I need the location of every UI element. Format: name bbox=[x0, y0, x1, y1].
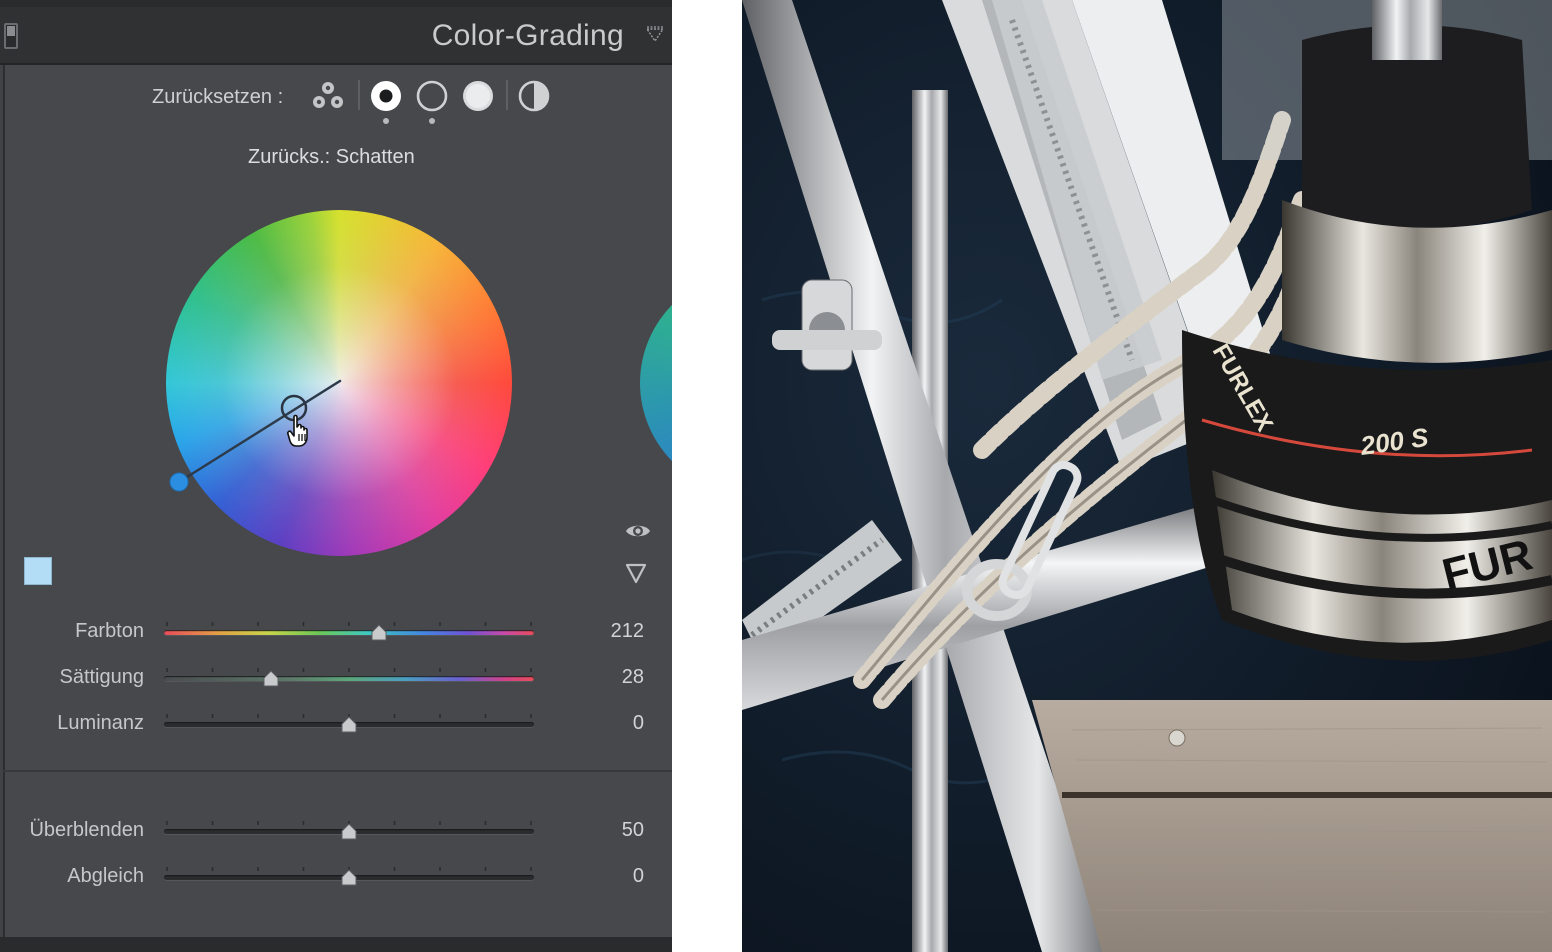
panel-toggle-icon[interactable] bbox=[4, 23, 18, 49]
highlights-circle-icon[interactable] bbox=[460, 78, 496, 114]
midtones-indicator-dot bbox=[429, 118, 435, 124]
slider-thumb-sättigung[interactable] bbox=[261, 670, 281, 688]
slider-thumb-überblenden[interactable] bbox=[339, 823, 359, 841]
three-way-view-icon[interactable] bbox=[308, 78, 348, 114]
slider-value-abgleich[interactable]: 0 bbox=[633, 865, 644, 888]
slider-ticks bbox=[166, 622, 532, 626]
reset-target-label: Zurücks.: Schatten bbox=[248, 146, 415, 168]
slider-label: Abgleich bbox=[67, 865, 144, 887]
boat-photo: FURLEX 200 S FUR bbox=[742, 0, 1552, 952]
slider-value-überblenden[interactable]: 50 bbox=[622, 819, 644, 842]
toolbar-separator bbox=[506, 80, 508, 110]
panel-body-blend bbox=[3, 772, 672, 937]
midtones-circle-icon[interactable] bbox=[414, 78, 450, 114]
panel-bottom-border bbox=[0, 937, 672, 952]
slider-thumb-luminanz[interactable] bbox=[339, 716, 359, 734]
panel-title[interactable]: Color-Grading bbox=[432, 19, 624, 53]
toolbar-separator bbox=[358, 80, 360, 110]
global-circle-icon[interactable] bbox=[516, 78, 552, 114]
slider-track-farbton[interactable] bbox=[164, 630, 534, 635]
color-grading-panel: Color-Grading Zurücksetzen : Zurücks.: S… bbox=[0, 0, 672, 952]
slider-value-farbton[interactable]: 212 bbox=[611, 620, 644, 643]
color-wheel-controls[interactable] bbox=[166, 210, 512, 556]
saturation-handle bbox=[169, 472, 189, 492]
eye-icon[interactable] bbox=[624, 520, 652, 542]
slider-track-sättigung[interactable] bbox=[164, 676, 534, 681]
slider-ticks bbox=[166, 668, 532, 672]
panel-top-border bbox=[0, 0, 672, 7]
active-indicator-dot bbox=[383, 118, 389, 124]
slider-label: Überblenden bbox=[29, 819, 144, 841]
slider-label: Farbton bbox=[75, 620, 144, 642]
color-swatch[interactable] bbox=[24, 557, 52, 585]
slider-value-luminanz[interactable]: 0 bbox=[633, 712, 644, 735]
slider-value-sättigung[interactable]: 28 bbox=[622, 666, 644, 689]
panel-header[interactable]: Color-Grading bbox=[0, 7, 672, 65]
reset-label: Zurücksetzen : bbox=[152, 86, 284, 108]
slider-label: Luminanz bbox=[57, 712, 144, 734]
slider-label: Sättigung bbox=[59, 666, 144, 688]
shadows-circle-icon[interactable] bbox=[368, 78, 404, 114]
slider-thumb-farbton[interactable] bbox=[369, 624, 389, 642]
disclosure-triangle-icon[interactable] bbox=[624, 561, 648, 585]
panel-menu-icon[interactable] bbox=[646, 25, 664, 43]
slider-thumb-abgleich[interactable] bbox=[339, 869, 359, 887]
